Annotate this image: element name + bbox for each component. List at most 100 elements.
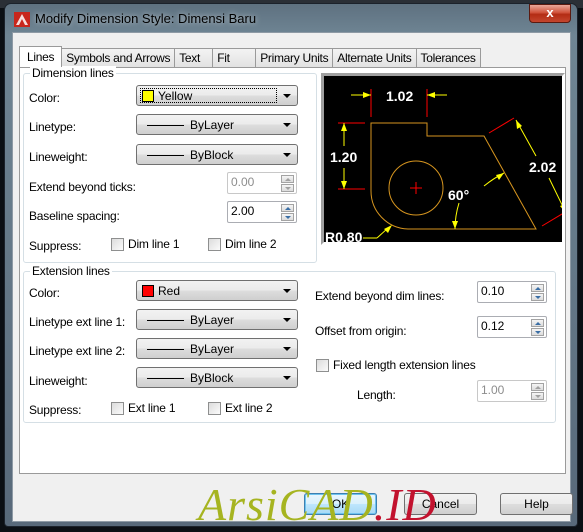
- tab-strip: Lines Symbols and Arrows Text Fit Primar…: [19, 46, 481, 67]
- spin-down-icon: [531, 392, 544, 400]
- ext-line-1-label: Ext line 1: [128, 401, 176, 415]
- baseline-spacing-label: Baseline spacing:: [29, 209, 120, 223]
- ext-lineweight-label: Lineweight:: [29, 374, 88, 388]
- line-sample-icon: [147, 155, 184, 156]
- ext-line-2-label: Ext line 2: [225, 401, 273, 415]
- chevron-down-icon: [283, 376, 291, 380]
- extend-beyond-dim-lines-spinner[interactable]: 0.10: [477, 281, 547, 303]
- ext-suppress-label: Suppress:: [29, 403, 82, 417]
- baseline-spacing-spinner[interactable]: 2.00: [227, 201, 297, 223]
- checkbox-icon: [208, 401, 221, 415]
- help-button[interactable]: Help: [500, 493, 573, 515]
- spin-up-icon: [281, 175, 294, 183]
- tab-symbols-and-arrows[interactable]: Symbols and Arrows: [62, 48, 176, 67]
- tab-alternate-units[interactable]: Alternate Units: [333, 48, 417, 67]
- tab-primary-units[interactable]: Primary Units: [256, 48, 334, 67]
- window-title: Modify Dimension Style: Dimensi Baru: [35, 11, 257, 26]
- dim-line-1-label: Dim line 1: [128, 237, 180, 251]
- chevron-down-icon: [283, 318, 291, 322]
- extension-lines-title: Extension lines: [30, 264, 112, 278]
- chevron-down-icon: [283, 289, 291, 293]
- preview-drawing: 1.02 1.20 2.02 60° R0.80: [325, 88, 568, 245]
- ext-color-value: Red: [158, 284, 181, 298]
- suppress-dim-line-1-checkbox[interactable]: Dim line 1: [111, 237, 180, 251]
- dim-line-2-label: Dim line 2: [225, 237, 277, 251]
- offset-from-origin-label: Offset from origin:: [315, 324, 407, 338]
- tab-fit[interactable]: Fit: [213, 48, 257, 67]
- length-spinner: 1.00: [477, 380, 547, 402]
- chevron-down-icon: [283, 153, 291, 157]
- dimension-lines-title: Dimension lines: [30, 66, 116, 80]
- linetype-ext-line-1-select[interactable]: ByLayer: [136, 309, 298, 330]
- offset-from-origin-spinner[interactable]: 0.12: [477, 316, 547, 338]
- ext-color-select[interactable]: Red: [136, 280, 298, 301]
- dim-slant-text: 2.02: [529, 159, 556, 175]
- suppress-ext-line-1-checkbox[interactable]: Ext line 1: [111, 401, 176, 415]
- baseline-spacing-value: 2.00: [231, 204, 255, 218]
- linetype-ext-line-2-select[interactable]: ByLayer: [136, 338, 298, 359]
- extend-beyond-dim-lines-value: 0.10: [481, 284, 505, 298]
- fixed-length-label: Fixed length extension lines: [333, 358, 476, 372]
- dim-linetype-value: ByLayer: [190, 118, 235, 132]
- chevron-down-icon: [283, 94, 291, 98]
- checkbox-icon: [111, 237, 124, 251]
- linetype-ext-line-2-value: ByLayer: [190, 342, 235, 356]
- suppress-dim-line-2-checkbox[interactable]: Dim line 2: [208, 237, 277, 251]
- red-swatch-icon: [142, 285, 154, 297]
- dim-linetype-label: Linetype:: [29, 120, 76, 134]
- extend-beyond-ticks-label: Extend beyond ticks:: [29, 180, 136, 194]
- tab-text[interactable]: Text: [175, 48, 214, 67]
- dialog-client: Lines Symbols and Arrows Text Fit Primar…: [12, 32, 573, 522]
- ext-color-label: Color:: [29, 286, 60, 300]
- chevron-down-icon: [283, 123, 291, 127]
- checkbox-icon: [208, 237, 221, 251]
- line-sample-icon: [147, 125, 184, 126]
- close-button[interactable]: x: [529, 4, 571, 23]
- watermark: ArsiCAD.ID: [198, 478, 437, 531]
- checkbox-icon: [111, 401, 124, 415]
- part-outline: [370, 122, 537, 230]
- extend-beyond-ticks-spinner: 0.00: [227, 172, 297, 194]
- checkbox-icon: [316, 358, 329, 372]
- dim-color-select[interactable]: Yellow: [136, 85, 298, 106]
- dim-color-label: Color:: [29, 91, 60, 105]
- fixed-length-extension-lines-checkbox[interactable]: Fixed length extension lines: [316, 358, 476, 372]
- dim-linetype-select[interactable]: ByLayer: [136, 114, 298, 135]
- chevron-down-icon: [283, 347, 291, 351]
- dim-lineweight-label: Lineweight:: [29, 150, 88, 164]
- tab-lines[interactable]: Lines: [19, 46, 63, 67]
- spin-up-icon: [531, 383, 544, 391]
- line-sample-icon: [147, 349, 184, 350]
- spin-down-icon[interactable]: [531, 328, 544, 336]
- offset-from-origin-value: 0.12: [481, 319, 505, 333]
- linetype-ext-line-1-label: Linetype ext line 1:: [29, 315, 126, 329]
- dim-suppress-label: Suppress:: [29, 239, 82, 253]
- linetype-ext-line-2-label: Linetype ext line 2:: [29, 344, 126, 358]
- dim-top-text: 1.02: [386, 88, 413, 104]
- modify-dimension-style-dialog: Modify Dimension Style: Dimensi Baru x L…: [4, 3, 578, 527]
- autocad-logo-icon: [14, 12, 30, 27]
- spin-up-icon[interactable]: [281, 204, 294, 212]
- extend-beyond-dim-lines-label: Extend beyond dim lines:: [315, 289, 445, 303]
- watermark-part-1: ArsiCAD: [198, 479, 374, 530]
- ext-lineweight-select[interactable]: ByBlock: [136, 367, 298, 388]
- lines-tab-page: Dimension lines Color: Yellow Linetype: …: [19, 66, 568, 474]
- watermark-part-2: .ID: [373, 479, 437, 530]
- suppress-ext-line-2-checkbox[interactable]: Ext line 2: [208, 401, 273, 415]
- spin-up-icon[interactable]: [531, 319, 544, 327]
- linetype-ext-line-1-value: ByLayer: [190, 313, 235, 327]
- spin-down-icon[interactable]: [281, 213, 294, 221]
- focus-rect: [140, 88, 277, 103]
- length-value: 1.00: [481, 383, 505, 397]
- title-bar: Modify Dimension Style: Dimensi Baru x: [5, 4, 577, 32]
- length-label: Length:: [357, 388, 396, 402]
- tab-tolerances[interactable]: Tolerances: [416, 48, 481, 67]
- spin-down-icon[interactable]: [531, 293, 544, 301]
- extend-beyond-ticks-value: 0.00: [231, 175, 255, 189]
- dim-lineweight-select[interactable]: ByBlock: [136, 144, 298, 165]
- spin-up-icon[interactable]: [531, 284, 544, 292]
- dimension-preview: 1.02 1.20 2.02 60° R0.80: [321, 73, 568, 245]
- dim-angle-text: 60°: [448, 187, 469, 203]
- ext-lineweight-value: ByBlock: [190, 371, 234, 385]
- dim-radius-text: R0.80: [325, 229, 363, 242]
